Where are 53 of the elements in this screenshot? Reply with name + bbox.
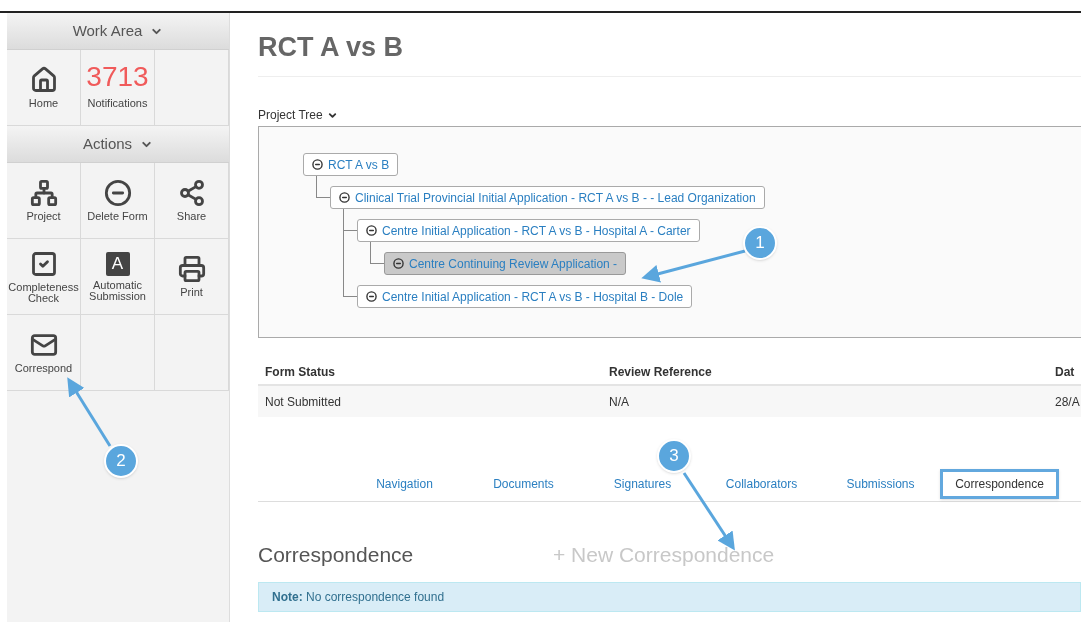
action-tile[interactable]: Home [7,50,81,126]
tree-node[interactable]: Centre Initial Application - RCT A vs B - Hospital A - Carter [357,219,700,242]
tab[interactable]: Navigation [345,469,464,499]
tile-label: Share [176,211,207,222]
action-tile[interactable]: Share [155,163,229,239]
collapse-icon [366,291,377,302]
section-title: Correspondence [258,542,415,569]
collapse-icon [366,225,377,236]
tree-node[interactable]: Clinical Trial Provincial Initial Application - RCT A vs B - - Lead Organization [330,186,765,209]
minus-circle-icon [103,179,132,207]
tree-label: Project Tree [258,107,323,124]
action-tile[interactable]: Completeness Check [7,239,81,315]
callout-arrow [67,377,112,447]
callout-badge: 3 [657,439,691,473]
collapse-icon [393,258,404,269]
checkbox-icon [29,249,58,278]
sitemap-icon [29,179,58,207]
tab[interactable]: Documents [464,469,583,499]
tile-label: Notifications [87,96,148,112]
notification-count: 3713 [86,63,149,92]
tile-label: Project [26,211,61,222]
notifications-tile[interactable]: 3713 Notifications [81,50,155,126]
tree-node[interactable]: RCT A vs B [303,153,399,176]
tile-label: Completeness Check [7,281,80,304]
tile-label: Correspond [14,363,73,374]
home-icon [29,66,58,94]
tab[interactable]: Submissions [821,469,940,499]
letter-a-icon: A [105,251,130,276]
tile-label: Automatic Submission [88,279,147,302]
column-header: Dat [1054,363,1076,381]
action-tile[interactable]: Print [155,239,229,315]
printer-icon [177,255,206,283]
table-cell-text: N/A [608,393,630,411]
envelope-icon [29,331,58,359]
action-tile[interactable]: A Automatic Submission [81,239,155,315]
action-tile[interactable]: Project [7,163,81,239]
action-tile[interactable]: Delete Form [81,163,155,239]
table-cell-text: Not Submitted [264,393,343,411]
page-title: RCT A vs B [258,27,1081,77]
tab[interactable]: Correspondence [940,469,1059,499]
collapse-icon [339,192,350,203]
action-tile[interactable]: Correspond [7,315,81,391]
collapse-icon [312,159,323,170]
tab[interactable]: Collaborators [702,469,821,499]
table-cell-text: 28/A [1054,393,1081,411]
tree-node[interactable]: Centre Initial Application - RCT A vs B - Hospital B - Dole [357,285,693,308]
tile-label: Print [180,287,203,298]
column-header: Review Reference [608,363,713,381]
note-text: Note: No correspondence found [272,589,445,606]
share-icon [177,179,206,207]
column-header: Form Status [264,363,336,381]
tile-label: Delete Form [87,211,148,222]
tile-label: Home [28,98,59,109]
